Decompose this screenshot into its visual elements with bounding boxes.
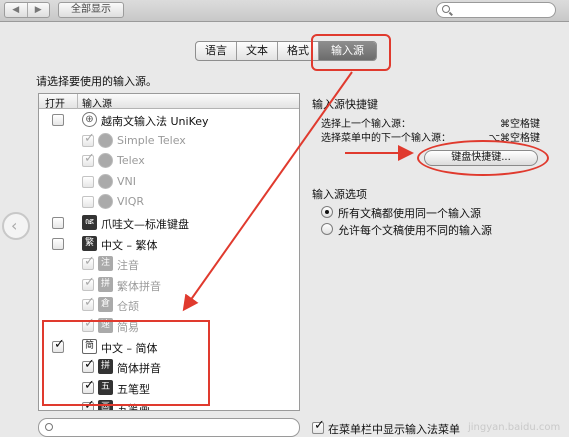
input-method-icon: 速 <box>98 318 113 333</box>
source-label: 五笔型 <box>117 382 150 396</box>
source-label: 中文 – 繁体 <box>101 238 158 252</box>
tab-language[interactable]: 语言 <box>196 42 236 60</box>
list-item[interactable]: 速简易 <box>39 316 299 336</box>
source-label: Telex <box>117 154 145 168</box>
source-label: 简体拼音 <box>117 362 161 376</box>
source-label: 仓颉 <box>117 300 139 314</box>
list-item[interactable]: 拼简体拼音 <box>39 357 299 377</box>
search-icon <box>45 423 53 431</box>
source-checkbox[interactable] <box>82 316 95 332</box>
globe-icon: ⊕ <box>98 194 113 210</box>
list-search-field[interactable] <box>38 418 300 437</box>
source-label: 越南文输入法 UniKey <box>101 115 209 128</box>
source-checkbox[interactable] <box>82 175 94 188</box>
search-field[interactable] <box>436 2 556 18</box>
watermark: jingyan.baidu.com <box>468 422 561 433</box>
source-checkbox[interactable] <box>82 196 94 209</box>
source-checkbox[interactable] <box>82 151 95 168</box>
show-menu-label: 在菜单栏中显示输入法菜单 <box>328 423 460 436</box>
option-same-label: 所有文稿都使用同一个输入源 <box>338 207 481 220</box>
source-label: VNI <box>117 174 136 188</box>
list-item[interactable]: ⊕ Telex <box>39 151 299 171</box>
search-icon <box>442 5 450 13</box>
options-title: 输入源选项 <box>312 188 367 201</box>
source-checkbox[interactable] <box>82 398 95 410</box>
source-label: 五笔画 <box>117 403 150 411</box>
header-source[interactable]: 输入源 <box>82 95 112 110</box>
input-method-icon: 拼 <box>98 276 113 292</box>
globe-icon: ⊕ <box>98 132 113 148</box>
input-method-icon: 繁 <box>82 235 97 251</box>
list-header: 打开 输入源 <box>39 94 299 110</box>
input-method-icon: 倉 <box>98 297 113 313</box>
radio-same-for-all[interactable] <box>321 206 333 218</box>
back-button[interactable]: ◀ <box>5 3 27 17</box>
list-item[interactable]: ꦗ 爪哇文—标准键盘 <box>39 213 299 233</box>
next-source-key: ⌥⌘空格键 <box>488 133 540 144</box>
source-checkbox[interactable] <box>82 131 95 147</box>
list-item[interactable]: 拼繁体拼音 <box>39 275 299 295</box>
tab-input-sources[interactable]: 输入源 <box>318 42 376 60</box>
option-per-document-label: 允许每个文稿使用不同的输入源 <box>338 224 492 237</box>
list-item[interactable]: 五五笔型 <box>39 378 299 398</box>
show-all-button[interactable]: 全部显示 <box>58 2 124 18</box>
source-checkbox[interactable] <box>82 378 95 394</box>
prev-source-key: ⌘空格键 <box>500 119 540 130</box>
source-label: Simple Telex <box>117 133 186 147</box>
source-checkbox[interactable] <box>82 295 95 312</box>
nav-buttons: ◀ ▶ <box>4 2 50 18</box>
list-item[interactable]: ⊕ VIQR <box>39 192 299 212</box>
globe-icon: ⊕ <box>98 153 113 169</box>
list-item[interactable]: 倉仓颉 <box>39 295 299 315</box>
source-checkbox[interactable] <box>82 275 95 291</box>
input-method-icon: 拼 <box>98 359 113 375</box>
globe-icon: ⊕ <box>82 112 97 127</box>
input-method-icon: 五 <box>98 379 113 395</box>
header-enabled[interactable]: 打开 <box>45 95 65 110</box>
list-item[interactable]: ⊕ VNI <box>39 172 299 192</box>
radio-per-document[interactable] <box>321 223 333 235</box>
input-method-icon: 注 <box>98 256 113 272</box>
source-label: VIQR <box>117 195 145 209</box>
header-divider <box>77 94 78 109</box>
show-menu-checkbox[interactable] <box>312 418 325 434</box>
source-checkbox[interactable] <box>52 237 64 250</box>
source-checkbox[interactable] <box>82 357 95 374</box>
source-checkbox[interactable] <box>52 114 64 126</box>
shortcuts-title: 输入源快捷键 <box>312 98 378 111</box>
input-method-icon: 简 <box>82 338 97 354</box>
source-label: 简易 <box>117 321 139 334</box>
forward-button[interactable]: ▶ <box>26 3 50 17</box>
list-item[interactable]: 繁中文 – 繁体 <box>39 234 299 254</box>
list-item[interactable]: 简中文 – 简体 <box>39 337 299 357</box>
globe-icon: ⊕ <box>98 173 113 189</box>
tab-formats[interactable]: 格式 <box>277 42 318 60</box>
input-source-list[interactable]: 打开 输入源 ⊕ 越南文输入法 UniKey ⊕ Simple Telex ⊕ Telex… <box>38 93 300 411</box>
source-checkbox[interactable] <box>52 337 65 353</box>
list-item[interactable]: 画五笔画 <box>39 398 299 411</box>
source-checkbox[interactable] <box>52 217 64 229</box>
source-label: 中文 – 简体 <box>101 341 158 355</box>
window-toolbar: ◀ ▶ 全部显示 <box>0 0 569 22</box>
side-nav-back[interactable]: ‹ <box>2 208 30 244</box>
list-item[interactable]: 注注音 <box>39 254 299 274</box>
source-label: 注音 <box>117 259 139 273</box>
prev-source-label: 选择上一个输入源： <box>321 119 411 130</box>
chevron-left-icon: ‹ <box>11 216 18 235</box>
keyboard-shortcuts-button[interactable]: 键盘快捷键... <box>424 150 538 166</box>
tab-text[interactable]: 文本 <box>236 42 277 60</box>
list-item[interactable]: ⊕ 越南文输入法 UniKey <box>39 110 299 130</box>
source-label: 繁体拼音 <box>117 279 161 293</box>
tab-bar: 语言 文本 格式 输入源 <box>195 41 377 61</box>
source-checkbox[interactable] <box>82 254 95 271</box>
source-label: 爪哇文—标准键盘 <box>101 218 189 231</box>
input-method-icon: ꦗ <box>82 215 97 230</box>
prompt-text: 请选择要使用的输入源。 <box>36 75 157 88</box>
list-item[interactable]: ⊕ Simple Telex <box>39 131 299 151</box>
next-source-label: 选择菜单中的下一个输入源： <box>321 133 451 144</box>
input-method-icon: 画 <box>98 400 113 410</box>
